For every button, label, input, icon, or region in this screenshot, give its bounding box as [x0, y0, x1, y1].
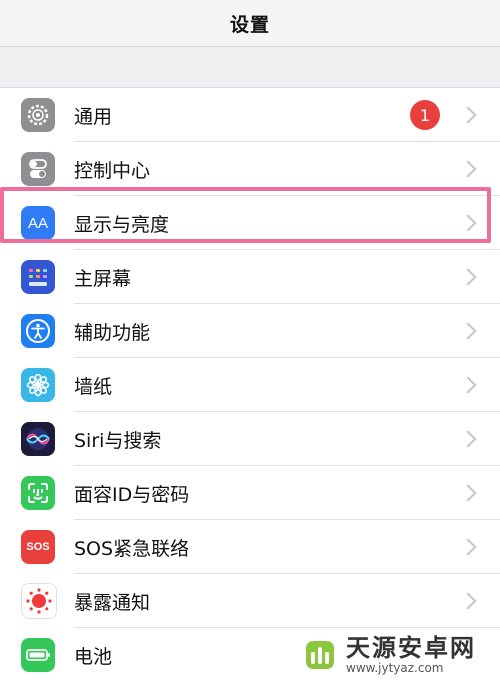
- settings-row-label: 墙纸: [74, 375, 113, 398]
- page-title: 设置: [229, 13, 270, 36]
- settings-row-accessibility[interactable]: 辅助功能: [0, 304, 500, 358]
- sos-icon: SOS: [21, 530, 55, 564]
- settings-row-exposure-notifications[interactable]: 暴露通知: [0, 574, 500, 628]
- settings-row-display-brightness[interactable]: AA 显示与亮度: [0, 196, 500, 250]
- notification-badge: 1: [410, 100, 440, 130]
- settings-row-label: Siri与搜索: [74, 429, 162, 452]
- navigation-bar: 设置: [0, 0, 500, 47]
- chevron-right-icon: [459, 106, 477, 124]
- watermark-name: 天源安卓网: [346, 634, 476, 662]
- flower-icon: [21, 368, 55, 402]
- settings-row-label: 暴露通知: [74, 591, 151, 614]
- toggles-icon: [21, 152, 55, 186]
- face-id-icon: [21, 476, 55, 510]
- chevron-right-icon: [459, 592, 477, 610]
- accessibility-icon: [21, 314, 55, 348]
- icon-text: SOS: [26, 541, 50, 553]
- settings-row-label: 面容ID与密码: [74, 483, 190, 506]
- chevron-right-icon: [459, 214, 477, 232]
- watermark-url: www.jytyaz.com: [346, 661, 444, 675]
- chevron-right-icon: [459, 376, 477, 394]
- home-grid-icon: [21, 260, 55, 294]
- settings-row-label: 主屏幕: [74, 267, 132, 290]
- icon-text: AA: [27, 214, 48, 232]
- chevron-right-icon: [459, 484, 477, 502]
- settings-row-label: SOS紧急联络: [74, 537, 190, 560]
- android-logo-icon: [306, 641, 334, 669]
- settings-row-wallpaper[interactable]: 墙纸: [0, 358, 500, 412]
- watermark-logo: 天源安卓网 www.jytyaz.com: [300, 630, 495, 680]
- settings-row-control-center[interactable]: 控制中心: [0, 142, 500, 196]
- settings-row-label: 控制中心: [74, 159, 151, 182]
- chevron-right-icon: [459, 430, 477, 448]
- settings-row-home-screen[interactable]: 主屏幕: [0, 250, 500, 304]
- chevron-right-icon: [459, 322, 477, 340]
- text-size-icon: AA: [21, 206, 55, 240]
- settings-row-label: 显示与亮度: [74, 213, 170, 236]
- settings-row-general[interactable]: 通用 1: [0, 88, 500, 142]
- settings-row-face-id-passcode[interactable]: 面容ID与密码: [0, 466, 500, 520]
- gear-icon: [21, 98, 55, 132]
- settings-row-label: 电池: [74, 645, 113, 668]
- chevron-right-icon: [459, 160, 477, 178]
- settings-row-emergency-sos[interactable]: SOS SOS紧急联络: [0, 520, 500, 574]
- settings-row-label: 辅助功能: [74, 321, 151, 344]
- siri-icon: [21, 422, 55, 456]
- exposure-icon: [21, 583, 57, 619]
- chevron-right-icon: [459, 538, 477, 556]
- settings-row-label: 通用: [74, 105, 113, 128]
- settings-row-siri-search[interactable]: Siri与搜索: [0, 412, 500, 466]
- battery-icon: [21, 638, 55, 672]
- chevron-right-icon: [459, 268, 477, 286]
- settings-list: 通用 1 控制中心 AA 显示与亮度 主屏幕 辅助功能 墙纸 Siri与搜索 面…: [0, 87, 500, 689]
